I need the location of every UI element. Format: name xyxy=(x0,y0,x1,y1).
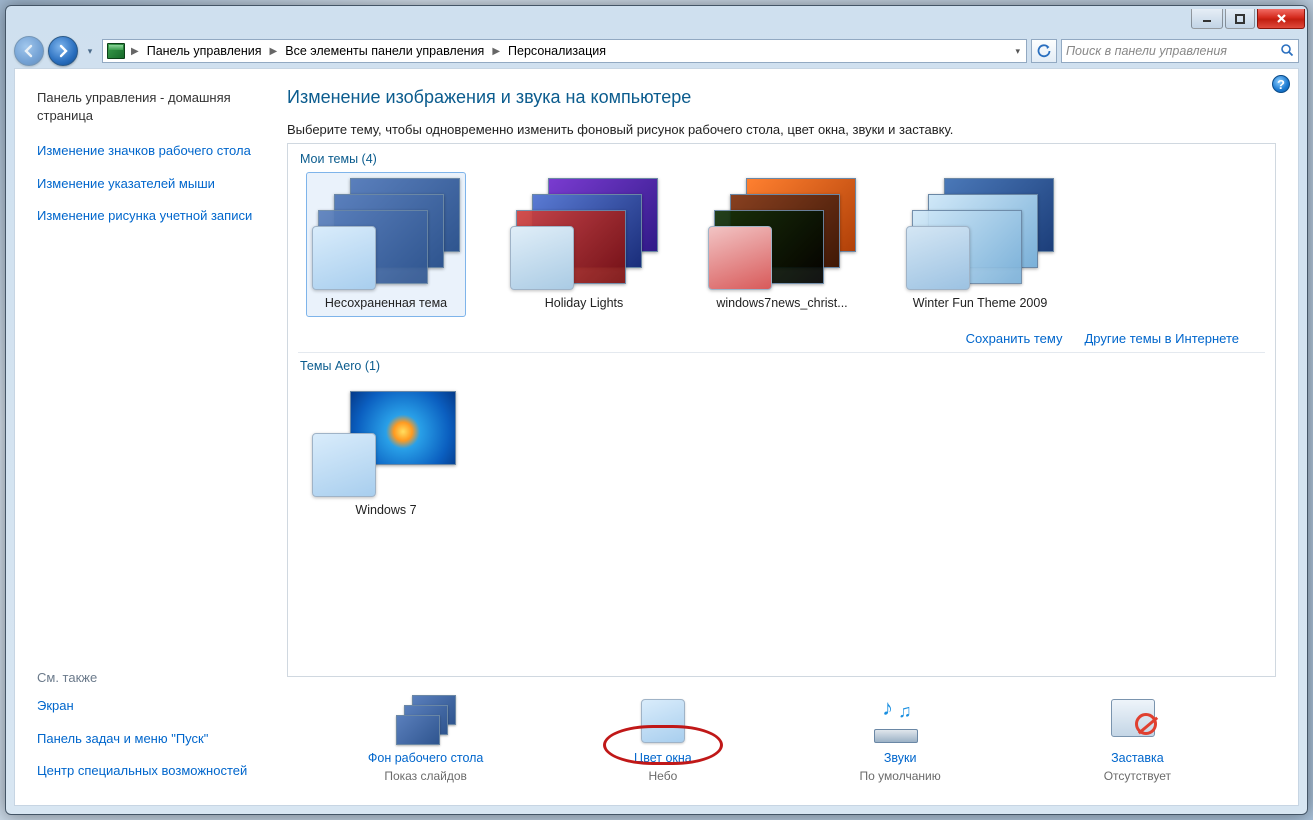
window-color-swatch xyxy=(906,226,970,290)
help-icon[interactable]: ? xyxy=(1272,75,1290,93)
theme-preview xyxy=(906,178,1054,290)
sidebar-link-mouse-pointers[interactable]: Изменение указателей мыши xyxy=(37,175,253,193)
group-my-themes: Мои темы (4) xyxy=(298,148,1265,170)
control-panel-icon xyxy=(107,43,125,59)
close-button[interactable] xyxy=(1257,9,1305,29)
navigation-toolbar: ▾ ▶ Панель управления ▶ Все элементы пан… xyxy=(6,34,1307,68)
nav-back-button[interactable] xyxy=(14,36,44,66)
desktop-background-setting[interactable]: Фон рабочего стола Показ слайдов xyxy=(316,695,536,783)
maximize-button[interactable] xyxy=(1225,9,1255,29)
themes-panel: Мои темы (4) Несохраненная тема xyxy=(287,143,1276,677)
theme-preview xyxy=(510,178,658,290)
window-color-icon xyxy=(631,695,695,747)
search-placeholder: Поиск в панели управления xyxy=(1066,44,1227,58)
screensaver-setting[interactable]: Заставка Отсутствует xyxy=(1027,695,1247,783)
sidebar-see-also-header: См. также xyxy=(37,670,253,685)
sidebar-link-desktop-icons[interactable]: Изменение значков рабочего стола xyxy=(37,142,253,160)
sounds-value: По умолчанию xyxy=(860,769,941,783)
desktop-background-link[interactable]: Фон рабочего стола xyxy=(368,751,484,765)
window-color-swatch xyxy=(708,226,772,290)
theme-preview xyxy=(708,178,856,290)
theme-label: Windows 7 xyxy=(355,503,416,518)
titlebar[interactable] xyxy=(6,6,1307,34)
theme-unsaved[interactable]: Несохраненная тема xyxy=(306,172,466,317)
breadcrumb-seg-2[interactable]: Все элементы панели управления xyxy=(283,42,486,60)
control-panel-window: ▾ ▶ Панель управления ▶ Все элементы пан… xyxy=(5,5,1308,815)
theme-preview xyxy=(312,178,460,290)
chevron-right-icon[interactable]: ▶ xyxy=(127,46,143,57)
screensaver-link[interactable]: Заставка xyxy=(1111,751,1164,765)
refresh-button[interactable] xyxy=(1031,39,1057,63)
window-color-swatch xyxy=(510,226,574,290)
group-aero-themes: Темы Aero (1) xyxy=(298,355,1265,377)
window-color-swatch xyxy=(312,226,376,290)
theme-christmas[interactable]: windows7news_christ... xyxy=(702,172,862,317)
window-color-swatch xyxy=(312,433,376,497)
theme-windows7[interactable]: Windows 7 xyxy=(306,379,466,524)
desktop-background-icon xyxy=(394,695,458,747)
address-dropdown[interactable]: ▾ xyxy=(1013,46,1022,57)
desktop-background-value: Показ слайдов xyxy=(384,769,467,783)
page-subtitle: Выберите тему, чтобы одновременно измени… xyxy=(287,122,1276,137)
window-color-setting[interactable]: Цвет окна Небо xyxy=(553,695,773,783)
client-area: Панель управления - домашняя страница Из… xyxy=(14,68,1299,806)
chevron-right-icon[interactable]: ▶ xyxy=(266,46,282,57)
page-title: Изменение изображения и звука на компьют… xyxy=(287,87,1276,108)
sidebar-link-account-picture[interactable]: Изменение рисунка учетной записи xyxy=(37,207,253,225)
screensaver-icon xyxy=(1105,695,1169,747)
online-themes-link[interactable]: Другие темы в Интернете xyxy=(1085,331,1240,346)
nav-history-dropdown[interactable]: ▾ xyxy=(82,41,98,61)
window-color-value: Небо xyxy=(648,769,677,783)
theme-winter-fun[interactable]: Winter Fun Theme 2009 xyxy=(900,172,1060,317)
sounds-setting[interactable]: ♪♫ Звуки По умолчанию xyxy=(790,695,1010,783)
save-theme-link[interactable]: Сохранить тему xyxy=(966,331,1063,346)
window-color-link[interactable]: Цвет окна xyxy=(634,751,692,765)
nav-forward-button[interactable] xyxy=(48,36,78,66)
screensaver-value: Отсутствует xyxy=(1104,769,1171,783)
sidebar-link-ease-of-access[interactable]: Центр специальных возможностей xyxy=(37,762,253,780)
sidebar: Панель управления - домашняя страница Из… xyxy=(15,69,265,805)
breadcrumb-seg-3[interactable]: Персонализация xyxy=(506,42,608,60)
address-bar[interactable]: ▶ Панель управления ▶ Все элементы панел… xyxy=(102,39,1027,63)
minimize-button[interactable] xyxy=(1191,9,1223,29)
breadcrumb-seg-1[interactable]: Панель управления xyxy=(145,42,264,60)
theme-holiday-lights[interactable]: Holiday Lights xyxy=(504,172,664,317)
themes-scroll[interactable]: Мои темы (4) Несохраненная тема xyxy=(288,144,1275,676)
sidebar-link-display[interactable]: Экран xyxy=(37,697,253,715)
content-area: ? Изменение изображения и звука на компь… xyxy=(265,69,1298,805)
theme-label: windows7news_christ... xyxy=(716,296,847,311)
theme-label: Holiday Lights xyxy=(545,296,624,311)
sidebar-link-taskbar[interactable]: Панель задач и меню "Пуск" xyxy=(37,730,253,748)
search-icon[interactable] xyxy=(1280,43,1294,60)
search-input[interactable]: Поиск в панели управления xyxy=(1061,39,1299,63)
divider xyxy=(298,352,1265,353)
sounds-icon: ♪♫ xyxy=(868,695,932,747)
sidebar-home-link[interactable]: Панель управления - домашняя страница xyxy=(37,89,253,124)
theme-label: Несохраненная тема xyxy=(325,296,447,311)
theme-label: Winter Fun Theme 2009 xyxy=(913,296,1048,311)
theme-preview xyxy=(312,385,460,497)
sounds-link[interactable]: Звуки xyxy=(884,751,917,765)
chevron-right-icon[interactable]: ▶ xyxy=(488,46,504,57)
bottom-settings-row: Фон рабочего стола Показ слайдов Цвет ок… xyxy=(287,677,1276,793)
